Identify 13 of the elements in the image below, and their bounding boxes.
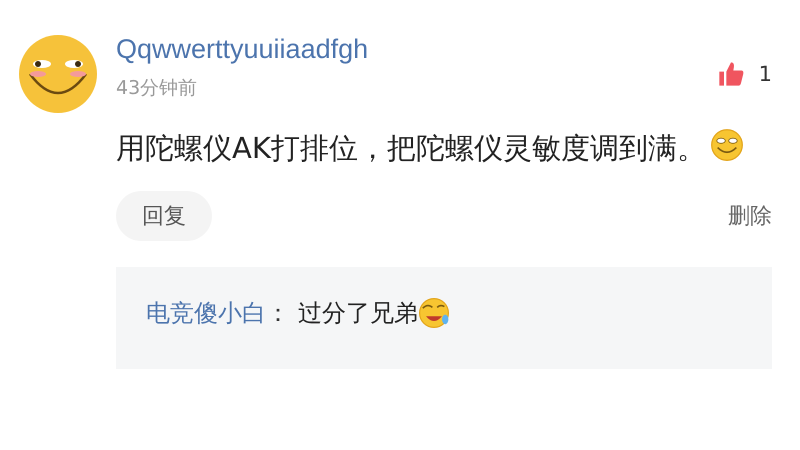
like-count: 1 xyxy=(758,62,772,86)
comment-text: 用陀螺仪AK打排位，把陀螺仪灵敏度调到满。 xyxy=(116,131,706,165)
reply-text: 过分了兄弟 xyxy=(298,298,418,329)
reply-button[interactable]: 回复 xyxy=(116,191,212,241)
reply-author-link[interactable]: 电竞傻小白 xyxy=(146,297,266,329)
username-link[interactable]: Qqwwerttyuuiiaadfgh xyxy=(116,34,368,65)
grinning-emoji-icon xyxy=(710,128,744,162)
timestamp: 43分钟前 xyxy=(116,76,198,101)
delete-button[interactable]: 删除 xyxy=(728,201,772,231)
colon-separator: ： xyxy=(266,298,290,329)
laughing-tears-emoji-icon xyxy=(418,297,450,329)
avatar-smiley-icon[interactable] xyxy=(18,34,98,114)
thumbs-up-icon[interactable] xyxy=(716,60,745,88)
